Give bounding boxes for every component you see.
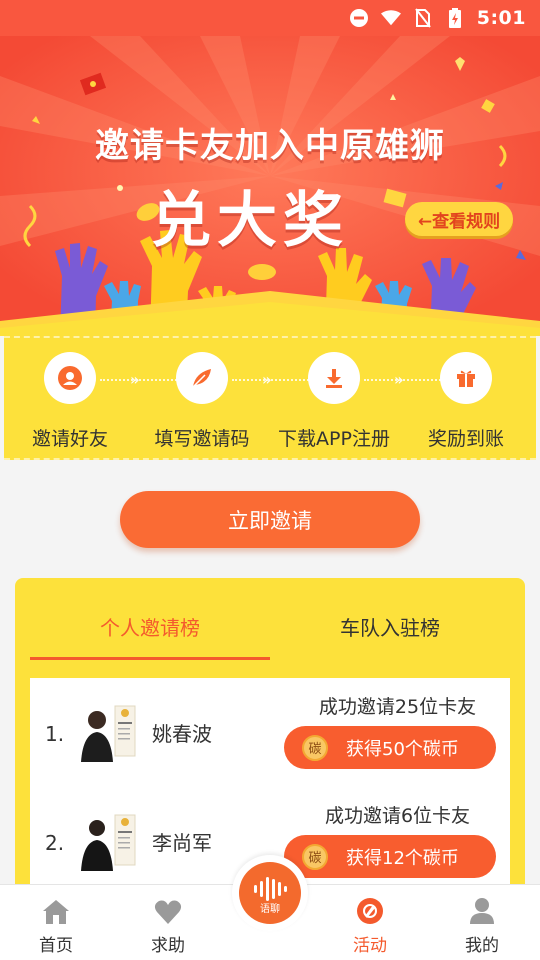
bottom-navigation: 首页 求助 语聊 活动 我的 bbox=[0, 855, 540, 960]
nav-activity[interactable]: 活动 bbox=[325, 885, 415, 960]
step-download-app: 下载APP注册 bbox=[269, 352, 399, 451]
user-name: 李尚军 bbox=[152, 831, 212, 855]
feather-pen-icon bbox=[176, 352, 228, 404]
wifi-icon bbox=[380, 8, 401, 28]
step-label: 填写邀请码 bbox=[154, 428, 250, 450]
nav-label: 我的 bbox=[465, 936, 499, 956]
banner-headline: 邀请卡友加入中原雄狮 bbox=[95, 126, 445, 166]
step-reward-received: 奖励到账 bbox=[401, 352, 531, 451]
nav-label: 求助 bbox=[151, 936, 185, 956]
nav-label: 首页 bbox=[39, 936, 73, 956]
step-label: 下载APP注册 bbox=[278, 428, 390, 450]
ranking-row: 1. 姚春波 成功邀请25位卡友 碳 获得50个碳币 bbox=[30, 678, 510, 778]
activity-icon bbox=[325, 885, 415, 925]
reward-badge: 碳 获得50个碳币 bbox=[284, 726, 496, 769]
avatar bbox=[77, 811, 137, 871]
carbon-coin-icon: 碳 bbox=[302, 734, 328, 761]
nav-label: 活动 bbox=[353, 936, 387, 956]
no-sim-icon bbox=[413, 8, 433, 28]
profile-icon bbox=[437, 885, 527, 925]
carbon-coin-icon: 碳 bbox=[302, 843, 328, 870]
invite-steps: » » » 邀请好友 填写邀请码 下载APP注册 奖励到账 bbox=[4, 336, 536, 460]
rank-number: 2. bbox=[45, 831, 65, 855]
download-icon bbox=[308, 352, 360, 404]
invite-count-text: 成功邀请25位卡友 bbox=[318, 696, 477, 718]
ranking-panel: 个人邀请榜 车队入驻榜 1. 姚春波 成功邀请25位卡友 碳 获得50个碳币 2… bbox=[15, 578, 525, 898]
status-bar: 5:01 bbox=[0, 0, 540, 36]
step-enter-code: 填写邀请码 bbox=[137, 352, 267, 451]
user-name: 姚春波 bbox=[152, 722, 212, 746]
user-icon bbox=[44, 352, 96, 404]
tab-active-indicator bbox=[30, 657, 270, 660]
reward-text: 获得12个碳币 bbox=[346, 847, 459, 869]
view-rules-button[interactable]: ←查看规则 bbox=[405, 202, 513, 236]
voice-chat-label: 语聊 bbox=[260, 904, 280, 915]
voice-wave-icon: 语聊 bbox=[239, 862, 301, 924]
invite-now-button[interactable]: 立即邀请 bbox=[120, 491, 420, 548]
nav-profile[interactable]: 我的 bbox=[437, 885, 527, 960]
reward-badge: 碳 获得12个碳币 bbox=[284, 835, 496, 878]
step-invite-friends: 邀请好友 bbox=[5, 352, 135, 451]
rank-number: 1. bbox=[45, 722, 65, 746]
nav-home[interactable]: 首页 bbox=[11, 885, 101, 960]
do-not-disturb-icon bbox=[349, 8, 369, 28]
promo-banner: 邀请卡友加入中原雄狮 兑大奖 ←查看规则 bbox=[0, 36, 540, 336]
voice-chat-button[interactable]: 语聊 bbox=[232, 855, 308, 931]
battery-icon bbox=[445, 8, 465, 28]
tab-fleet-ranking[interactable]: 车队入驻榜 bbox=[270, 612, 510, 641]
status-time: 5:01 bbox=[476, 7, 526, 29]
home-icon bbox=[11, 885, 101, 925]
tab-personal-ranking[interactable]: 个人邀请榜 bbox=[30, 612, 270, 641]
step-label: 邀请好友 bbox=[31, 428, 108, 450]
gift-icon bbox=[440, 352, 492, 404]
step-label: 奖励到账 bbox=[427, 428, 504, 450]
heart-icon bbox=[123, 885, 213, 925]
invite-count-text: 成功邀请6位卡友 bbox=[324, 805, 471, 827]
nav-help[interactable]: 求助 bbox=[123, 885, 213, 960]
avatar bbox=[77, 702, 137, 762]
reward-text: 获得50个碳币 bbox=[346, 738, 459, 760]
